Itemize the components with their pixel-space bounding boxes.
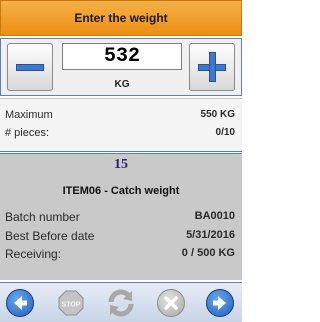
best-before-row: Best Before date 5/31/2016 — [5, 229, 235, 243]
receiving-value: 0 / 500 KG — [181, 247, 235, 259]
back-button[interactable] — [4, 287, 36, 319]
page-title: Enter the weight — [74, 11, 168, 25]
weight-input[interactable] — [62, 43, 182, 70]
refresh-button[interactable] — [105, 287, 137, 319]
limits-panel: Maximum 550 KG # pieces: 0/10 — [0, 98, 242, 152]
batch-row: Batch number BA0010 — [5, 210, 235, 224]
batch-label: Batch number — [5, 210, 80, 224]
pieces-row: # pieces: 0/10 — [5, 127, 235, 141]
quantity-panel: KG — [0, 38, 242, 96]
pieces-label: # pieces: — [5, 127, 50, 139]
refresh-icon — [108, 289, 134, 317]
receiving-row: Receiving: 0 / 500 KG — [5, 247, 235, 261]
cancel-icon — [157, 289, 185, 317]
cancel-button[interactable] — [155, 287, 187, 319]
bottom-toolbar: STOP — [0, 282, 242, 322]
maximum-label: Maximum — [5, 109, 53, 121]
best-before-label: Best Before date — [5, 229, 95, 243]
item-title: ITEM06 - Catch weight — [62, 185, 180, 197]
title-bar: Enter the weight — [0, 0, 242, 36]
stop-button[interactable]: STOP — [55, 287, 87, 319]
minus-icon — [16, 64, 44, 71]
item-detail-panel: 15 ITEM06 - Catch weight Batch number BA… — [0, 153, 242, 280]
increment-button[interactable] — [189, 43, 235, 91]
maximum-row: Maximum 550 KG — [5, 109, 235, 123]
receiving-label: Receiving: — [5, 247, 62, 261]
maximum-value: 550 KG — [200, 109, 235, 120]
forward-button[interactable] — [204, 287, 236, 319]
forward-arrow-icon — [206, 289, 234, 317]
decrement-button[interactable] — [7, 43, 53, 91]
stop-icon-label: STOP — [62, 302, 81, 309]
weight-unit-label: KG — [114, 79, 130, 90]
item-count: 15 — [114, 157, 128, 172]
batch-value: BA0010 — [194, 210, 235, 222]
pieces-value: 0/10 — [215, 127, 235, 138]
stop-icon: STOP — [58, 290, 84, 316]
back-arrow-icon — [6, 289, 34, 317]
best-before-value: 5/31/2016 — [186, 229, 235, 241]
